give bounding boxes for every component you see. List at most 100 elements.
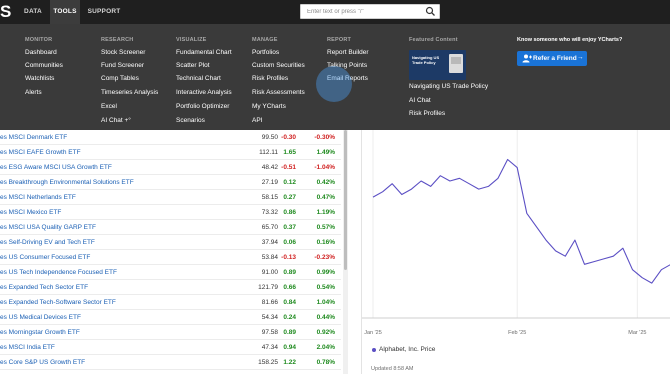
menu-item-scenarios[interactable]: Scenarios bbox=[176, 117, 205, 124]
table-row[interactable]: es Morningstar Growth ETF 97.58 0.89 0.9… bbox=[0, 325, 341, 340]
x-tick-label: Jan '25 bbox=[364, 330, 382, 336]
etf-price: 81.66 bbox=[261, 299, 278, 306]
price-chart[interactable]: Jan '25 Feb '25 Mar '25 bbox=[362, 130, 670, 374]
etf-name[interactable]: es MSCI India ETF bbox=[0, 344, 55, 351]
etf-name[interactable]: es Breakthrough Environmental Solutions … bbox=[0, 179, 134, 186]
search-box[interactable] bbox=[300, 4, 440, 19]
table-row[interactable]: es US Tech Independence Focused ETF 91.0… bbox=[0, 265, 341, 280]
nav-tab-support[interactable]: SUPPORT bbox=[84, 0, 124, 24]
menu-heading: REPORT bbox=[327, 37, 352, 43]
table-row[interactable]: es ESG Aware MSCI USA Growth ETF 48.42 -… bbox=[0, 160, 341, 175]
etf-name[interactable]: es Self-Driving EV and Tech ETF bbox=[0, 239, 95, 246]
etf-change: -0.30 bbox=[281, 134, 296, 141]
table-row[interactable]: es MSCI India ETF 47.34 0.94 2.04% bbox=[0, 340, 341, 355]
menu-item-risk-profiles-featured[interactable]: Risk Profiles bbox=[409, 110, 445, 117]
menu-item-my-ycharts[interactable]: My YCharts bbox=[252, 103, 286, 110]
legend-label: Alphabet, Inc. Price bbox=[379, 346, 436, 353]
logo[interactable]: S bbox=[0, 2, 11, 22]
table-row[interactable]: es Core S&P US Growth ETF 158.25 1.22 0.… bbox=[0, 355, 341, 370]
menu-item-alerts[interactable]: Alerts bbox=[25, 89, 42, 96]
top-nav: S DATA TOOLS SUPPORT bbox=[0, 0, 670, 24]
menu-item-interactive-analysis[interactable]: Interactive Analysis bbox=[176, 89, 232, 96]
etf-price: 97.58 bbox=[261, 329, 278, 336]
etf-change-percent: 0.16% bbox=[316, 239, 335, 246]
etf-name[interactable]: es MSCI Denmark ETF bbox=[0, 134, 67, 141]
table-row[interactable]: es Expanded Tech Sector ETF 121.79 0.66 … bbox=[0, 280, 341, 295]
menu-item-navigating-us-trade-policy[interactable]: Navigating US Trade Policy bbox=[409, 83, 488, 90]
etf-name[interactable]: es US Tech Independence Focused ETF bbox=[0, 269, 117, 276]
menu-item-fundamental-chart[interactable]: Fundamental Chart bbox=[176, 49, 232, 56]
menu-item-scatter-plot[interactable]: Scatter Plot bbox=[176, 62, 210, 69]
etf-name[interactable]: es MSCI EAFE Growth ETF bbox=[0, 149, 81, 156]
featured-thumbnail[interactable]: Navigating US Trade Policy bbox=[409, 50, 466, 80]
table-row[interactable]: es MSCI EAFE Growth ETF 112.11 1.65 1.49… bbox=[0, 145, 341, 160]
series-line-alphabet-price[interactable] bbox=[372, 158, 670, 284]
nav-tab-data[interactable]: DATA bbox=[19, 0, 47, 24]
table-row[interactable]: es Self-Driving EV and Tech ETF 37.94 0.… bbox=[0, 235, 341, 250]
etf-price: 37.94 bbox=[261, 239, 278, 246]
menu-item-stock-screener[interactable]: Stock Screener bbox=[101, 49, 145, 56]
menu-item-risk-profiles[interactable]: Risk Profiles bbox=[252, 75, 288, 82]
table-row[interactable]: es MSCI Netherlands ETF 58.15 0.27 0.47% bbox=[0, 190, 341, 205]
etf-name[interactable]: es Morningstar Growth ETF bbox=[0, 329, 80, 336]
refer-friend-title: Know someone who will enjoy YCharts? bbox=[517, 37, 623, 43]
etf-name[interactable]: es Core S&P US Growth ETF bbox=[0, 359, 85, 366]
etf-name[interactable]: es ESG Aware MSCI USA Growth ETF bbox=[0, 164, 112, 171]
etf-name[interactable]: es US Consumer Focused ETF bbox=[0, 254, 90, 261]
table-row[interactable]: es Expanded Tech-Software Sector ETF 81.… bbox=[0, 295, 341, 310]
etf-list: es MSCI Denmark ETF 99.50 -0.30 -0.30% e… bbox=[0, 130, 351, 374]
search-icon[interactable] bbox=[425, 6, 436, 17]
etf-price: 58.15 bbox=[261, 194, 278, 201]
etf-price: 158.25 bbox=[258, 359, 278, 366]
etf-change-percent: 0.92% bbox=[316, 329, 335, 336]
menu-item-dashboard[interactable]: Dashboard bbox=[25, 49, 57, 56]
menu-item-risk-assessments[interactable]: Risk Assessments bbox=[252, 89, 305, 96]
etf-change: -0.51 bbox=[281, 164, 296, 171]
etf-change-percent: 0.42% bbox=[316, 179, 335, 186]
refer-friend-button[interactable]: Refer a Friend → bbox=[517, 51, 587, 66]
etf-price: 73.32 bbox=[261, 209, 278, 216]
featured-thumbnail-title: Navigating US Trade Policy bbox=[412, 55, 440, 65]
etf-change-percent: 1.19% bbox=[316, 209, 335, 216]
etf-change: 0.89 bbox=[283, 329, 296, 336]
menu-item-watchlists[interactable]: Watchlists bbox=[25, 75, 54, 82]
menu-item-portfolio-optimizer[interactable]: Portfolio Optimizer bbox=[176, 103, 229, 110]
etf-name[interactable]: es US Medical Devices ETF bbox=[0, 314, 81, 321]
nav-tab-tools[interactable]: TOOLS bbox=[50, 0, 80, 24]
menu-item-portfolios[interactable]: Portfolios bbox=[252, 49, 279, 56]
menu-item-fund-screener[interactable]: Fund Screener bbox=[101, 62, 144, 69]
etf-name[interactable]: es MSCI USA Quality GARP ETF bbox=[0, 224, 96, 231]
menu-item-comp-tables[interactable]: Comp Tables bbox=[101, 75, 139, 82]
menu-item-ai-chat-plus[interactable]: AI Chat +° bbox=[101, 117, 131, 124]
menu-item-timeseries-analysis[interactable]: Timeseries Analysis bbox=[101, 89, 158, 96]
menu-item-ai-chat[interactable]: AI Chat bbox=[409, 97, 431, 104]
table-row[interactable]: es MSCI Mexico ETF 73.32 0.86 1.19% bbox=[0, 205, 341, 220]
menu-item-report-builder[interactable]: Report Builder bbox=[327, 49, 369, 56]
menu-item-technical-chart[interactable]: Technical Chart bbox=[176, 75, 221, 82]
etf-name[interactable]: es MSCI Mexico ETF bbox=[0, 209, 61, 216]
etf-price: 47.34 bbox=[261, 344, 278, 351]
etf-name[interactable]: es Expanded Tech-Software Sector ETF bbox=[0, 299, 116, 306]
table-row[interactable]: es MSCI Denmark ETF 99.50 -0.30 -0.30% bbox=[0, 130, 341, 145]
table-row[interactable]: es US Medical Devices ETF 54.34 0.24 0.4… bbox=[0, 310, 341, 325]
list-scrollbar-thumb[interactable] bbox=[344, 130, 347, 270]
etf-change-percent: -0.30% bbox=[314, 134, 335, 141]
table-row[interactable]: es US Consumer Focused ETF 53.84 -0.13 -… bbox=[0, 250, 341, 265]
etf-name[interactable]: es MSCI Netherlands ETF bbox=[0, 194, 76, 201]
etf-change-percent: 0.44% bbox=[316, 314, 335, 321]
table-row[interactable]: es Breakthrough Environmental Solutions … bbox=[0, 175, 341, 190]
table-row[interactable]: es MSCI USA Quality GARP ETF 65.70 0.37 … bbox=[0, 220, 341, 235]
menu-item-api[interactable]: API bbox=[252, 117, 262, 124]
etf-change-percent: 2.04% bbox=[316, 344, 335, 351]
etf-name[interactable]: es Expanded Tech Sector ETF bbox=[0, 284, 88, 291]
etf-change: 0.37 bbox=[283, 224, 296, 231]
menu-item-custom-securities[interactable]: Custom Securities bbox=[252, 62, 305, 69]
etf-price: 53.84 bbox=[261, 254, 278, 261]
legend-swatch bbox=[372, 348, 376, 352]
menu-item-excel[interactable]: Excel bbox=[101, 103, 117, 110]
etf-change: 0.12 bbox=[283, 179, 296, 186]
menu-item-communities[interactable]: Communities bbox=[25, 62, 63, 69]
search-input[interactable] bbox=[307, 5, 417, 18]
etf-change: 1.22 bbox=[283, 359, 296, 366]
etf-change: 0.06 bbox=[283, 239, 296, 246]
